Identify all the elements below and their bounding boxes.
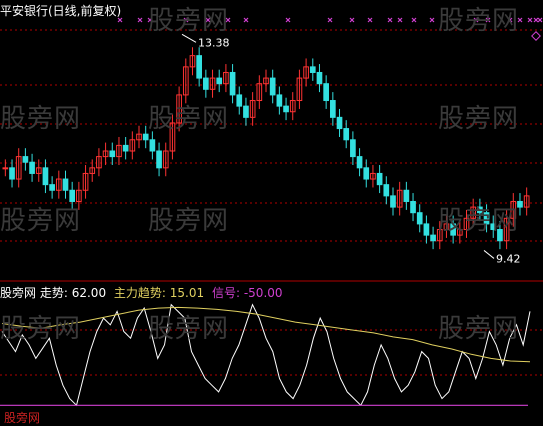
- candle-body: [269, 77, 276, 96]
- watermark: 股旁网: [438, 314, 520, 344]
- candle-body: [109, 150, 116, 158]
- candle-body: [363, 167, 370, 180]
- candle-body: [216, 77, 223, 85]
- candle-body: [49, 184, 55, 191]
- candle-body: [316, 71, 323, 85]
- watermark: 股旁网: [0, 314, 82, 344]
- candle-body: [416, 212, 423, 225]
- watermark: 股旁网: [438, 6, 520, 36]
- watermark: 股旁网: [0, 206, 82, 236]
- candle-body: [336, 116, 343, 130]
- candle-body: [390, 195, 396, 208]
- low-pointer: [483, 250, 495, 259]
- candle-body: [376, 172, 383, 186]
- candle-body: [196, 55, 203, 79]
- watermark: 股旁网: [148, 6, 230, 36]
- candle-body: [423, 223, 430, 236]
- watermark: 股旁网: [148, 206, 230, 236]
- candle-body: [229, 71, 236, 96]
- bottom-label: 股旁网: [4, 411, 41, 425]
- candle-body: [203, 77, 209, 90]
- candle-body: [122, 144, 129, 152]
- watermark: 股旁网: [148, 314, 230, 344]
- candle-body: [236, 94, 243, 107]
- main-trend-label: 主力趋势:: [113, 286, 166, 300]
- watermark: 股旁网: [148, 104, 230, 134]
- indicator-name: 股旁网: [0, 286, 37, 300]
- candle-body: [149, 139, 156, 152]
- candle-body: [142, 133, 149, 141]
- candle-body: [323, 83, 329, 102]
- candle-body: [2, 167, 9, 170]
- candle-body: [22, 156, 29, 163]
- high-price-label: 13.38: [198, 36, 230, 49]
- candle-body: [283, 105, 289, 113]
- candle-body: [42, 167, 49, 186]
- candle-body: [62, 178, 69, 191]
- trend-value: 62.00: [71, 286, 107, 300]
- candle-body: [430, 234, 436, 242]
- candle-body: [156, 150, 162, 169]
- candle-body: [9, 167, 15, 180]
- watermark: 股旁网: [0, 104, 82, 134]
- signal-value: -50.00: [243, 286, 283, 300]
- trend-label: 走势:: [39, 286, 68, 300]
- low-price-label: 9.42: [496, 252, 521, 265]
- candle-body: [29, 161, 35, 174]
- candle-body: [343, 128, 350, 141]
- candle-body: [383, 184, 390, 197]
- indicator-legend: 股旁网 走势: 62.00 主力趋势: 15.01 信号: -50.00: [0, 284, 283, 301]
- candle-body: [403, 189, 410, 202]
- candle-body: [356, 156, 363, 169]
- candle-body: [276, 94, 283, 107]
- candle-body: [350, 139, 356, 158]
- signal-diamond: [531, 31, 541, 41]
- candle-body: [309, 66, 316, 73]
- main-trend-value: 15.01: [169, 286, 205, 300]
- watermark: 股旁网: [438, 206, 520, 236]
- candle-body: [243, 105, 249, 118]
- chart-title: 平安银行(日线,前复权): [0, 4, 122, 18]
- signal-label: 信号:: [211, 286, 241, 300]
- watermark: 股旁网: [438, 104, 520, 134]
- candle-body: [410, 200, 416, 214]
- candle-body: [329, 100, 336, 118]
